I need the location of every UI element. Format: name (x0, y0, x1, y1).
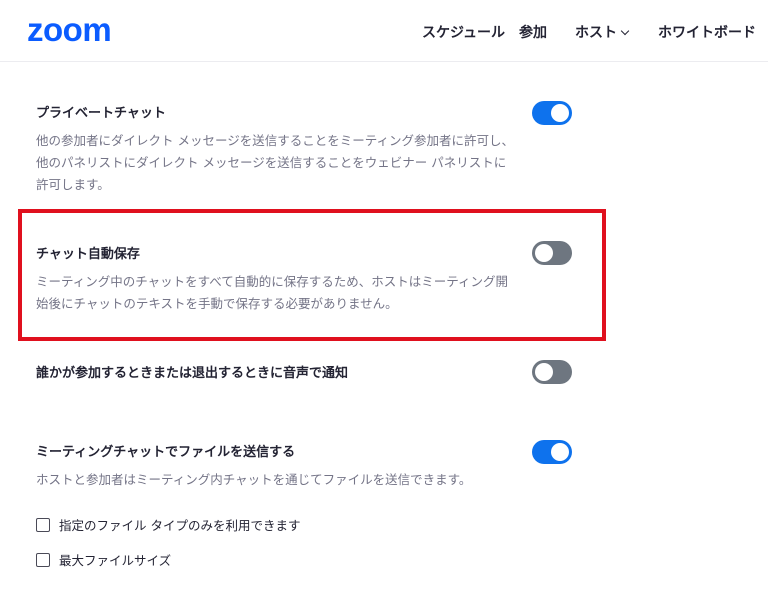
toggle-knob (551, 104, 569, 122)
checkbox[interactable] (36, 517, 50, 532)
checkbox[interactable] (36, 552, 50, 567)
zoom-logo[interactable]: zoom (27, 12, 112, 48)
setting-join-leave-sound: 誰かが参加するときまたは退出するときに音声で通知 (36, 365, 516, 383)
setting-description: ミーティング中のチャットをすべて自動的に保存するため、ホストはミーティング開始後… (36, 274, 509, 311)
nav-host-label: ホスト (575, 25, 617, 41)
setting-description: 他の参加者にダイレクト メッセージを送信することをミーティング参加者に許可し、他… (36, 133, 514, 192)
toggle-knob (535, 363, 553, 381)
setting-private-chat: プライベートチャット 他の参加者にダイレクト メッセージを送信することをミーティ… (36, 105, 516, 196)
setting-auto-save-chat: チャット自動保存 ミーティング中のチャットをすべて自動的に保存するため、ホストは… (36, 246, 516, 315)
nav-join[interactable]: 参加 (519, 22, 547, 42)
setting-title: プライベートチャット (36, 106, 166, 121)
setting-file-transfer: ミーティングチャットでファイルを送信する ホストと参加者はミーティング内チャット… (36, 444, 516, 491)
nav-whiteboard[interactable]: ホワイトボード (658, 22, 756, 42)
auto-save-chat-toggle[interactable] (532, 241, 572, 265)
toggle-knob (535, 244, 553, 262)
setting-title: チャット自動保存 (36, 247, 140, 262)
top-header: ​​​ zoom スケジュール 参加 ホスト ホワイトボード (0, 0, 768, 62)
file-transfer-toggle[interactable] (532, 440, 572, 464)
setting-title: 誰かが参加するときまたは退出するときに音声で通知 (36, 366, 349, 381)
option-max-file-size[interactable]: 最大ファイルサイズ (36, 550, 171, 569)
chevron-down-icon (620, 26, 630, 35)
option-file-type-only[interactable]: 指定のファイル タイプのみを利用できます (36, 515, 300, 534)
toggle-knob (551, 443, 569, 461)
setting-title: ミーティングチャットでファイルを送信する (36, 445, 296, 460)
checkbox-label: 指定のファイル タイプのみを利用できます (59, 518, 301, 533)
private-chat-toggle[interactable] (532, 101, 572, 125)
join-leave-sound-toggle[interactable] (532, 360, 572, 384)
top-nav: スケジュール 参加 ホスト ホワイトボード (422, 21, 768, 43)
setting-description: ホストと参加者はミーティング内チャットを通じてファイルを送信できます。 (36, 472, 472, 487)
checkbox-label: 最大ファイルサイズ (59, 553, 172, 568)
nav-schedule[interactable]: スケジュール (422, 22, 505, 42)
nav-host[interactable]: ホスト (575, 22, 630, 42)
